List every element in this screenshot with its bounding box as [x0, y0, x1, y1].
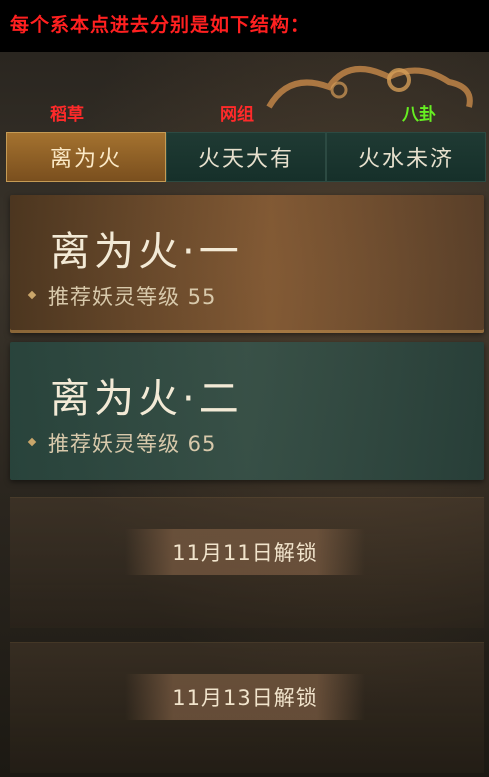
tab-label: 火水未济	[357, 147, 454, 172]
stage-card-2[interactable]: 离为火·二 推荐妖灵等级 65	[10, 342, 484, 480]
branch-label-1: 稻草	[50, 105, 84, 125]
unlock-date-text: 11月11日解锁	[172, 541, 318, 565]
stage-recommend-level: 推荐妖灵等级 65	[48, 432, 217, 456]
locked-stage-2: 11月13日解锁	[0, 642, 489, 773]
tab-bar: 离为火 火天大有 火水未济	[6, 132, 486, 182]
unlock-date-banner: 11月11日解锁	[125, 529, 365, 575]
header-caption: 每个系本点进去分别是如下结构：	[10, 14, 311, 36]
stage-title: 离为火·二	[50, 376, 243, 422]
stage-recommend-level: 推荐妖灵等级 55	[48, 285, 217, 309]
stage-card-1[interactable]: 离为火·一 推荐妖灵等级 55	[10, 195, 484, 333]
diamond-bullet-icon	[27, 437, 37, 447]
tab-label: 离为火	[49, 147, 122, 172]
stage-panel: 稻草 网组 八卦 离为火 火天大有 火水未济 离为火·一 推荐妖灵等级 55 离…	[0, 52, 489, 777]
tab-huo-shui-wei-ji[interactable]: 火水未济	[326, 132, 486, 182]
tab-huo-tian-da-you[interactable]: 火天大有	[166, 132, 326, 182]
branch-labels: 稻草 网组 八卦	[0, 100, 489, 125]
unlock-date-banner: 11月13日解锁	[125, 674, 365, 720]
locked-stage-1: 11月11日解锁	[0, 497, 489, 628]
branch-label-3: 八卦	[402, 105, 436, 125]
tab-li-wei-huo[interactable]: 离为火	[6, 132, 166, 182]
stage-title: 离为火·一	[50, 229, 243, 275]
tab-label: 火天大有	[197, 147, 294, 172]
diamond-bullet-icon	[27, 290, 37, 300]
unlock-date-text: 11月13日解锁	[172, 686, 318, 710]
header-bar: 每个系本点进去分别是如下结构：	[0, 0, 489, 52]
branch-label-2: 网组	[220, 105, 254, 125]
